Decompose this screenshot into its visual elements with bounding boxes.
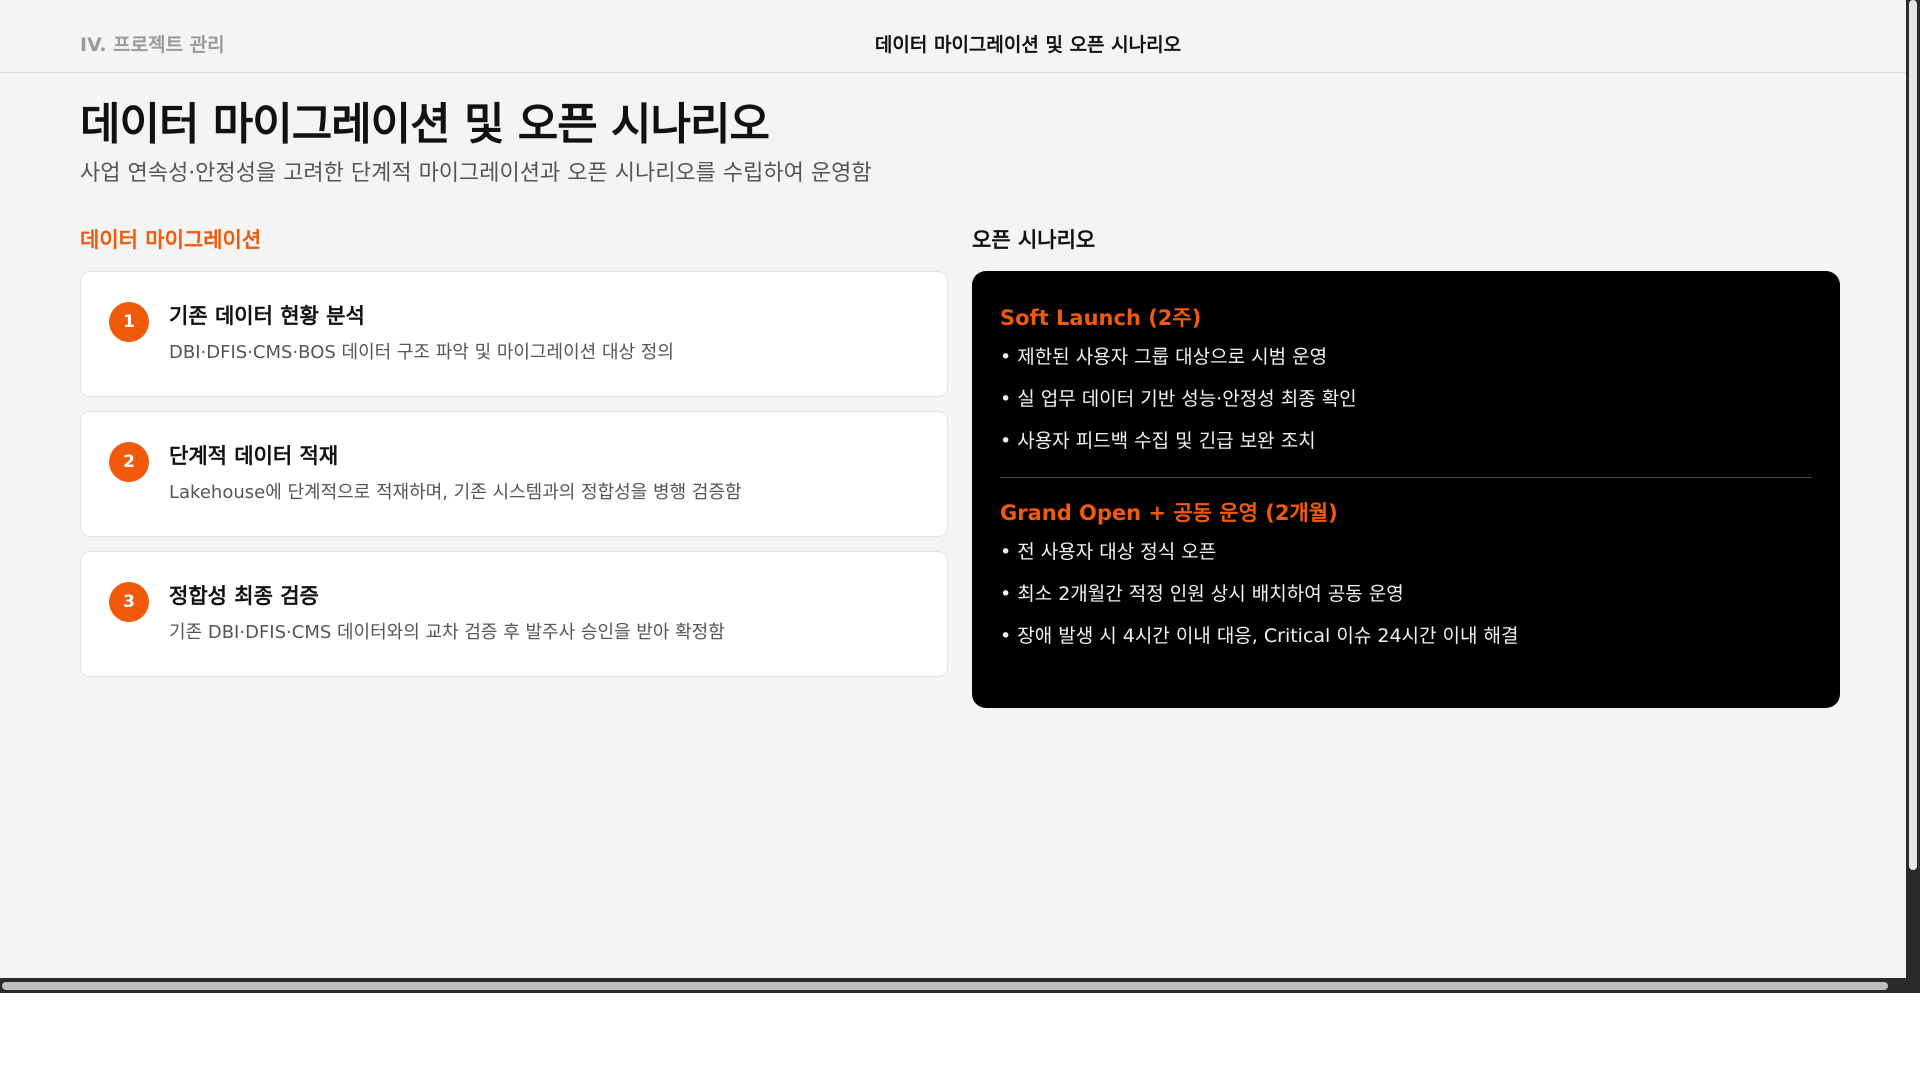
bullet-icon: • bbox=[1000, 625, 1012, 647]
step-description: 기존 DBI·DFIS·CMS 데이터와의 교차 검증 후 발주사 승인을 받아… bbox=[169, 622, 725, 643]
bullet-icon: • bbox=[1000, 346, 1012, 368]
step-title: 정합성 최종 검증 bbox=[169, 584, 319, 608]
migration-step-card: 3 정합성 최종 검증 기존 DBI·DFIS·CMS 데이터와의 교차 검증 … bbox=[80, 551, 948, 677]
phase-item-text: 사용자 피드백 수집 및 긴급 보완 조치 bbox=[1017, 430, 1316, 452]
header-title: 데이터 마이그레이션 및 오픈 시나리오 bbox=[874, 34, 1182, 56]
phase-item-text: 실 업무 데이터 기반 성능·안정성 최종 확인 bbox=[1017, 388, 1357, 410]
phase-title: Soft Launch (2주) bbox=[1000, 306, 1202, 330]
vertical-scrollbar[interactable] bbox=[1906, 0, 1920, 993]
step-description: DBI·DFIS·CMS·BOS 데이터 구조 파악 및 마이그레이션 대상 정… bbox=[169, 342, 674, 363]
top-bar: IV. 프로젝트 관리 데이터 마이그레이션 및 오픈 시나리오 bbox=[0, 0, 1906, 73]
step-number-badge: 2 bbox=[109, 442, 149, 482]
migration-step-card: 1 기존 데이터 현황 분석 DBI·DFIS·CMS·BOS 데이터 구조 파… bbox=[80, 271, 948, 397]
bullet-icon: • bbox=[1000, 388, 1012, 410]
phase-item: • 장애 발생 시 4시간 이내 대응, Critical 이슈 24시간 이내 … bbox=[1000, 624, 1812, 648]
step-title: 단계적 데이터 적재 bbox=[169, 444, 339, 468]
phase-item: • 제한된 사용자 그룹 대상으로 시범 운영 bbox=[1000, 345, 1812, 369]
phase-item: • 최소 2개월간 적정 인원 상시 배치하여 공동 운영 bbox=[1000, 582, 1812, 606]
phase-item-text: 최소 2개월간 적정 인원 상시 배치하여 공동 운영 bbox=[1017, 583, 1404, 605]
phase-item-text: 제한된 사용자 그룹 대상으로 시범 운영 bbox=[1017, 346, 1328, 368]
bullet-icon: • bbox=[1000, 583, 1012, 605]
horizontal-scrollbar[interactable] bbox=[0, 978, 1920, 993]
open-scenario-heading: 오픈 시나리오 bbox=[972, 228, 1096, 252]
horizontal-scrollbar-thumb[interactable] bbox=[2, 982, 1888, 990]
migration-steps: 1 기존 데이터 현황 분석 DBI·DFIS·CMS·BOS 데이터 구조 파… bbox=[80, 271, 948, 691]
step-title: 기존 데이터 현황 분석 bbox=[169, 304, 365, 328]
phase-item: • 실 업무 데이터 기반 성능·안정성 최종 확인 bbox=[1000, 387, 1812, 411]
phase-item: • 사용자 피드백 수집 및 긴급 보완 조치 bbox=[1000, 429, 1812, 453]
phase-title: Grand Open + 공동 운영 (2개월) bbox=[1000, 501, 1338, 525]
phase-item-text: 장애 발생 시 4시간 이내 대응, Critical 이슈 24시간 이내 해… bbox=[1017, 625, 1519, 647]
step-number-badge: 1 bbox=[109, 302, 149, 342]
step-number-badge: 3 bbox=[109, 582, 149, 622]
bullet-icon: • bbox=[1000, 541, 1012, 563]
slide-viewport: IV. 프로젝트 관리 데이터 마이그레이션 및 오픈 시나리오 데이터 마이그… bbox=[0, 0, 1906, 978]
vertical-scrollbar-thumb[interactable] bbox=[1909, 0, 1917, 870]
open-scenario-panel: Soft Launch (2주) • 제한된 사용자 그룹 대상으로 시범 운영 … bbox=[972, 271, 1840, 708]
page-subtitle: 사업 연속성·안정성을 고려한 단계적 마이그레이션과 오픈 시나리오를 수립하… bbox=[80, 161, 872, 186]
page-title: 데이터 마이그레이션 및 오픈 시나리오 bbox=[80, 99, 770, 150]
migration-step-card: 2 단계적 데이터 적재 Lakehouse에 단계적으로 적재하며, 기존 시… bbox=[80, 411, 948, 537]
migration-heading: 데이터 마이그레이션 bbox=[80, 228, 262, 252]
phase-divider bbox=[1000, 477, 1812, 478]
phase-item-text: 전 사용자 대상 정식 오픈 bbox=[1017, 541, 1217, 563]
bullet-icon: • bbox=[1000, 430, 1012, 452]
phase-item: • 전 사용자 대상 정식 오픈 bbox=[1000, 540, 1812, 564]
step-description: Lakehouse에 단계적으로 적재하며, 기존 시스템과의 정합성을 병행 … bbox=[169, 482, 742, 503]
